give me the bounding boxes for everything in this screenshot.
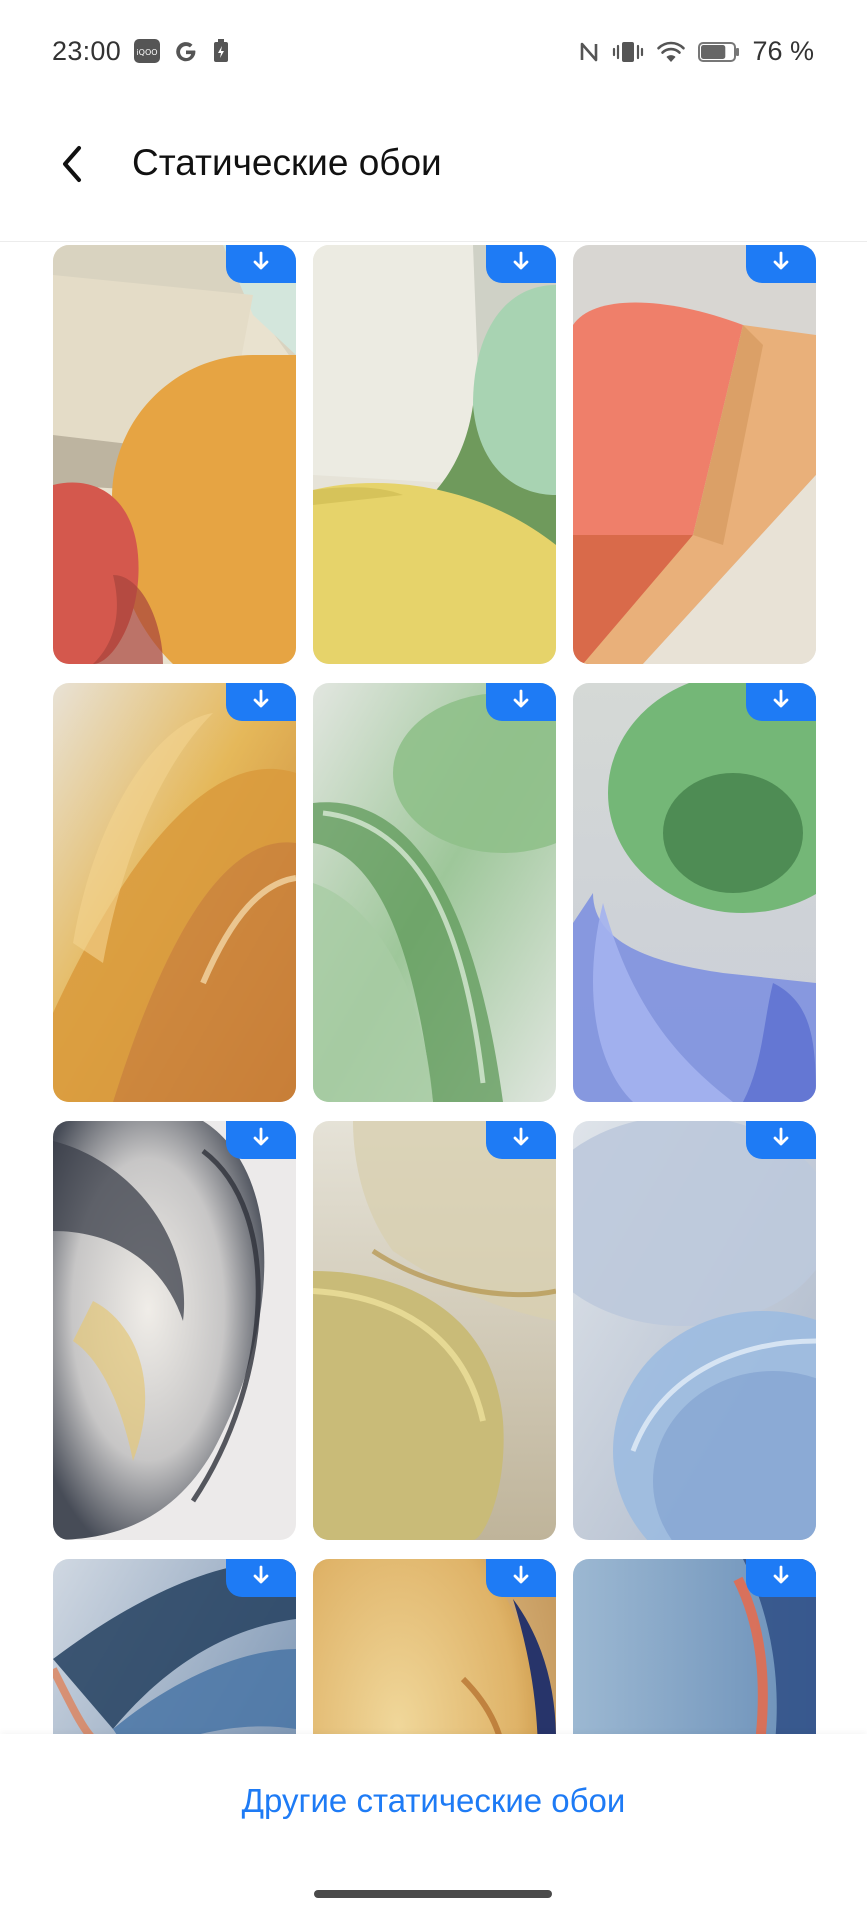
status-bar: 23:00 iQOO 76 % [0,0,867,106]
download-arrow-icon [512,1127,530,1154]
chevron-left-icon [57,144,87,189]
download-arrow-icon [252,1127,270,1154]
wallpaper-thumbnail[interactable] [313,245,556,664]
wallpaper-thumbnail[interactable] [573,245,816,664]
wallpaper-thumbnail[interactable] [313,683,556,1102]
google-icon [173,38,199,64]
download-button[interactable] [486,683,556,721]
wallpaper-image [573,683,816,1102]
download-button[interactable] [746,245,816,283]
download-button[interactable] [486,245,556,283]
status-left-icons: iQOO [133,38,231,64]
wallpaper-thumbnail[interactable] [53,245,296,664]
download-arrow-icon [772,251,790,278]
status-time: 23:00 [52,36,122,66]
wallpaper-thumbnail[interactable] [573,1121,816,1540]
download-arrow-icon [772,1565,790,1592]
download-button[interactable] [226,1121,296,1159]
footer-bar: Другие статические обои [0,1734,867,1920]
battery-percent: 76 % [752,36,814,66]
wallpaper-image [313,683,556,1102]
wallpaper-image [53,683,296,1102]
wallpaper-thumbnail[interactable] [313,1121,556,1540]
wallpaper-image [53,245,296,664]
download-arrow-icon [252,251,270,278]
vibrate-icon [612,40,644,64]
wallpaper-thumbnail[interactable] [573,1559,816,1734]
download-arrow-icon [772,689,790,716]
nfc-icon [578,40,600,64]
battery-icon [698,40,740,64]
wallpaper-thumbnail[interactable] [53,1559,296,1734]
app-header: Статические обои [0,106,867,242]
download-arrow-icon [252,1565,270,1592]
wallpaper-grid [53,245,816,1734]
wallpaper-thumbnail[interactable] [53,1121,296,1540]
wifi-icon [656,40,686,64]
download-button[interactable] [486,1559,556,1597]
download-button[interactable] [746,683,816,721]
download-arrow-icon [512,251,530,278]
download-arrow-icon [512,1565,530,1592]
wallpaper-thumbnail[interactable] [313,1559,556,1734]
status-right: 76 % [578,36,814,67]
svg-text:iQOO: iQOO [136,48,157,57]
wallpaper-image [313,245,556,664]
page-title: Статические обои [132,142,442,183]
iqoo-badge-icon: iQOO [133,38,161,64]
download-arrow-icon [252,689,270,716]
back-button[interactable] [44,138,100,194]
download-arrow-icon [512,689,530,716]
wallpaper-thumbnail[interactable] [53,683,296,1102]
download-button[interactable] [226,245,296,283]
download-button[interactable] [226,683,296,721]
wallpaper-image [573,245,816,664]
wallpaper-grid-scroll[interactable] [0,241,867,1734]
download-button[interactable] [226,1559,296,1597]
wallpaper-thumbnail[interactable] [573,683,816,1102]
more-wallpapers-link[interactable]: Другие статические обои [0,1782,867,1820]
download-button[interactable] [746,1121,816,1159]
download-arrow-icon [772,1127,790,1154]
download-button[interactable] [486,1121,556,1159]
home-indicator[interactable] [314,1890,552,1898]
battery-saver-icon [211,38,231,64]
wallpaper-image [573,1121,816,1540]
wallpaper-image [53,1121,296,1540]
download-button[interactable] [746,1559,816,1597]
wallpaper-image [313,1121,556,1540]
